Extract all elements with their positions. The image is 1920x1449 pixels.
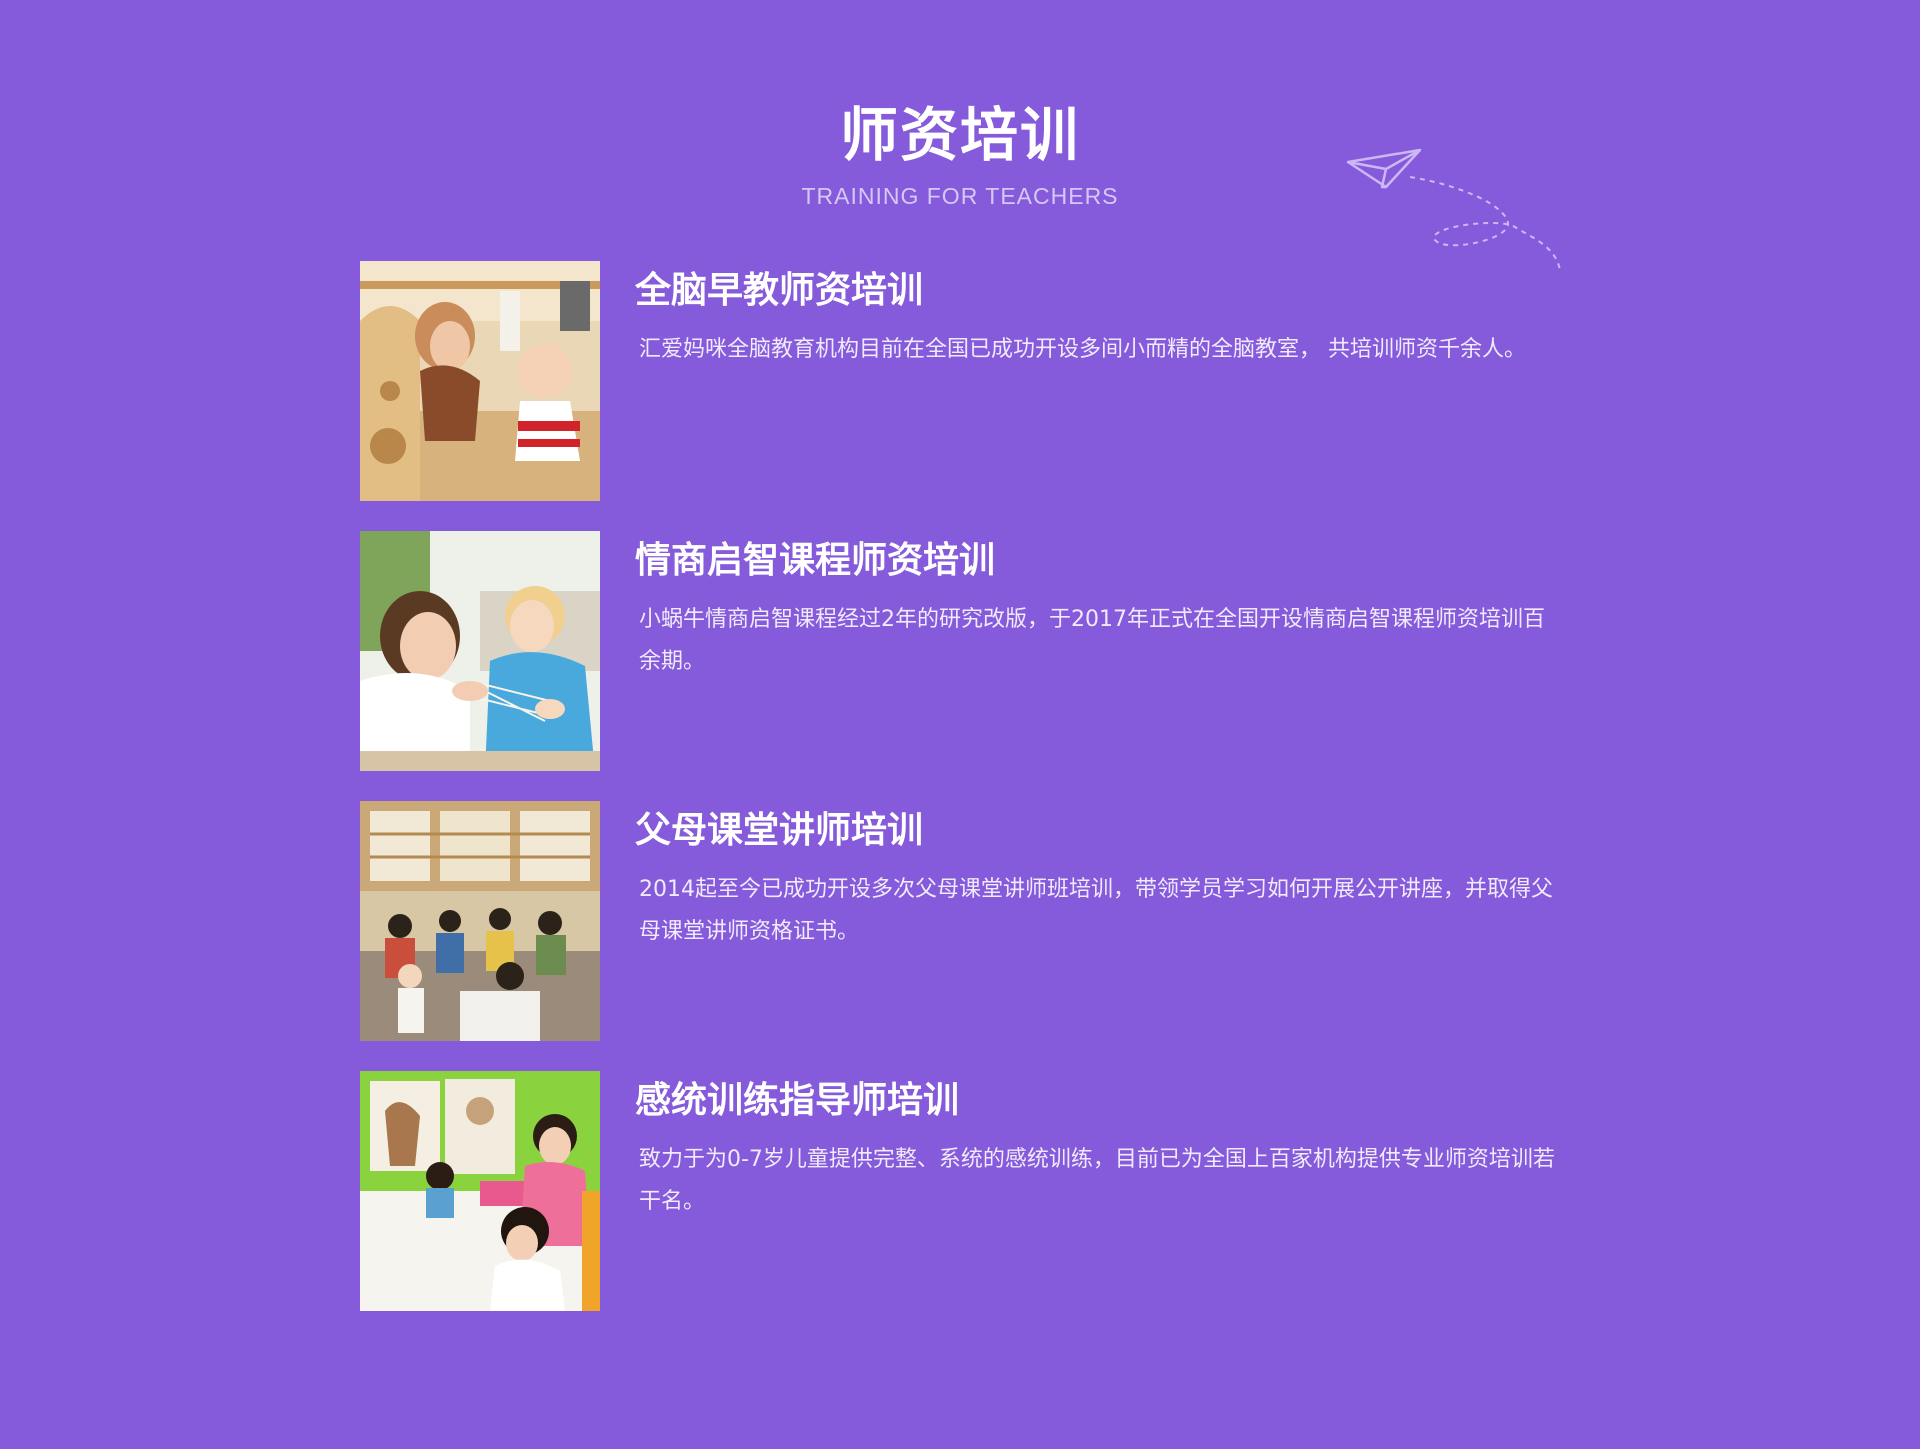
training-item-sensory: 感统训练指导师培训 致力于为0-7岁儿童提供完整、系统的感统训练，目前已为全国上… xyxy=(360,1071,1560,1311)
training-description: 小蜗牛情商启智课程经过2年的研究改版，于2017年正式在全国开设情商启智课程师资… xyxy=(639,607,1545,674)
teacher-with-baby-photo xyxy=(360,261,600,501)
section-title: 师资培训 xyxy=(839,101,1080,169)
training-description: 汇爱妈咪全脑教育机构目前在全国已成功开设多间小而精的全脑教室， 共培训师资千余人… xyxy=(639,337,1526,362)
training-title: 全脑早教师资培训 xyxy=(635,270,924,311)
training-description: 2014起至今已成功开设多次父母课堂讲师班培训，带领学员学习如何开展公开讲座，并… xyxy=(639,877,1553,944)
section-header: 师资培训 TRAINING FOR TEACHERS xyxy=(0,100,1920,210)
teacher-string-game-photo xyxy=(360,531,600,771)
training-item-whole-brain: 全脑早教师资培训 汇爱妈咪全脑教育机构目前在全国已成功开设多间小而精的全脑教室，… xyxy=(360,261,1560,501)
training-title: 情商启智课程师资培训 xyxy=(635,540,996,581)
children-craft-table-photo xyxy=(360,1071,600,1311)
training-item-parent-class: 父母课堂讲师培训 2014起至今已成功开设多次父母课堂讲师班培训，带领学员学习如… xyxy=(360,801,1560,1041)
paper-plane-icon xyxy=(1346,148,1561,270)
training-title: 父母课堂讲师培训 xyxy=(635,810,924,851)
training-description: 致力于为0-7岁儿童提供完整、系统的感统训练，目前已为全国上百家机构提供专业师资… xyxy=(639,1147,1555,1214)
parent-classroom-photo xyxy=(360,801,600,1041)
training-item-eq-course: 情商启智课程师资培训 小蜗牛情商启智课程经过2年的研究改版，于2017年正式在全… xyxy=(360,531,1560,771)
training-title: 感统训练指导师培训 xyxy=(635,1080,960,1121)
section-subtitle: TRAINING FOR TEACHERS xyxy=(801,183,1119,209)
